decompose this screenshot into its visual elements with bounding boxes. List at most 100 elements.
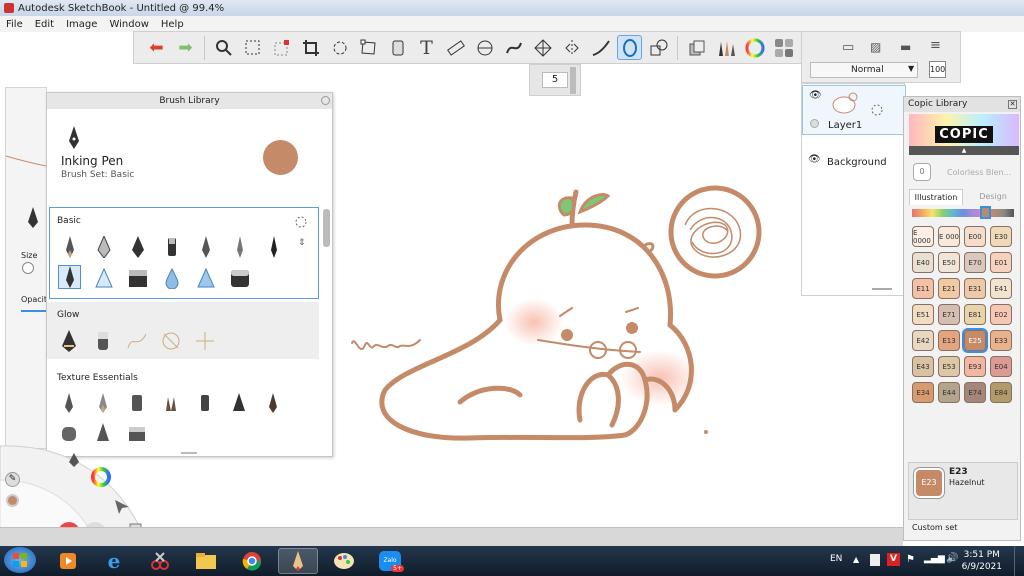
brush-icon[interactable] bbox=[66, 452, 82, 468]
menu-image[interactable]: Image bbox=[66, 19, 97, 30]
brush-glow-sparkle-icon[interactable] bbox=[193, 328, 216, 352]
distort-icon[interactable] bbox=[356, 35, 381, 60]
copic-swatch[interactable]: E74 bbox=[964, 382, 986, 403]
brush-glow-spray-icon[interactable] bbox=[125, 328, 148, 352]
copic-swatch[interactable]: E00 bbox=[964, 226, 986, 247]
copic-library-icon[interactable] bbox=[771, 35, 796, 60]
show-hidden-icons-icon[interactable]: ▲ bbox=[853, 555, 859, 564]
symmetry-icon[interactable] bbox=[559, 35, 584, 60]
brush-marker-icon[interactable] bbox=[160, 234, 183, 258]
copic-swatch[interactable]: E43 bbox=[912, 356, 934, 377]
french-curve-icon[interactable] bbox=[501, 35, 526, 60]
brush-pencil-icon[interactable] bbox=[58, 234, 81, 258]
brush-triangle-icon[interactable] bbox=[92, 265, 115, 289]
paint-icon[interactable] bbox=[324, 548, 364, 574]
copic-swatch[interactable]: E 0000 bbox=[912, 226, 934, 247]
copic-swatch[interactable]: E81 bbox=[964, 304, 986, 325]
copic-swatch[interactable]: E34 bbox=[912, 382, 934, 403]
tray-app-icon[interactable] bbox=[870, 554, 880, 566]
brush-technical-pen-icon[interactable] bbox=[126, 234, 149, 258]
resize-grip[interactable] bbox=[181, 452, 197, 454]
ruler-icon[interactable] bbox=[443, 35, 468, 60]
copic-swatch[interactable]: E04 bbox=[990, 356, 1012, 377]
opacity-field[interactable]: 100 bbox=[929, 61, 946, 78]
copic-swatch[interactable]: E02 bbox=[990, 304, 1012, 325]
stroke-icon[interactable] bbox=[588, 35, 613, 60]
transform-icon[interactable] bbox=[327, 35, 352, 60]
snipping-tool-icon[interactable] bbox=[140, 548, 180, 574]
selected-swatch[interactable]: E23 bbox=[914, 468, 944, 498]
language-indicator[interactable]: EN bbox=[830, 554, 842, 564]
zalo-icon[interactable]: Zalo 5+ bbox=[370, 548, 410, 574]
brush-texture-3-icon[interactable] bbox=[125, 389, 148, 413]
sort-icon[interactable]: ⇕ bbox=[298, 238, 306, 248]
brush-texture-2-icon[interactable] bbox=[91, 389, 114, 413]
image-layer-icon[interactable]: ▨ bbox=[870, 40, 881, 54]
brush-texture-7-icon[interactable] bbox=[261, 389, 284, 413]
copic-swatch[interactable]: E25 bbox=[962, 328, 988, 353]
copic-swatch[interactable]: E93 bbox=[964, 356, 986, 377]
menu-icon[interactable]: ≡ bbox=[930, 38, 941, 53]
tab-design[interactable]: Design bbox=[966, 189, 1020, 205]
internet-explorer-icon[interactable]: e bbox=[94, 548, 134, 574]
file-explorer-icon[interactable] bbox=[186, 548, 226, 574]
color-puck-icon[interactable] bbox=[6, 494, 19, 507]
settings-icon[interactable] bbox=[295, 216, 307, 228]
copic-swatch[interactable]: E 000 bbox=[938, 226, 960, 247]
copic-swatch[interactable]: E42 bbox=[912, 330, 934, 351]
brush-paint-icon[interactable] bbox=[194, 234, 217, 258]
pointer-icon[interactable] bbox=[113, 498, 131, 516]
menu-edit[interactable]: Edit bbox=[35, 19, 54, 30]
layer-radio[interactable] bbox=[810, 119, 819, 128]
collapse-bar[interactable]: ▲ bbox=[909, 146, 1019, 155]
antivirus-icon[interactable]: V bbox=[887, 553, 900, 566]
eye-icon[interactable]: 👁 bbox=[809, 90, 822, 101]
brush-library-scrollbar[interactable] bbox=[323, 209, 330, 247]
trash-icon[interactable]: ▬ bbox=[900, 40, 911, 54]
lock-icon[interactable] bbox=[871, 104, 883, 116]
brush-texture-1-icon[interactable] bbox=[57, 389, 80, 413]
perspective-icon[interactable] bbox=[530, 35, 555, 60]
copic-swatch[interactable]: E50 bbox=[938, 252, 960, 273]
redo-icon[interactable]: ➡ bbox=[173, 35, 198, 60]
brush-glow-marker-icon[interactable] bbox=[91, 328, 114, 352]
pen-icon[interactable]: ✎ bbox=[5, 472, 20, 487]
copic-swatch[interactable]: E40 bbox=[912, 252, 934, 273]
media-player-icon[interactable] bbox=[48, 548, 88, 574]
folder-icon[interactable]: ▭ bbox=[842, 40, 854, 55]
flag-icon[interactable]: ⚑ bbox=[906, 554, 915, 565]
custom-set-label[interactable]: Custom set bbox=[912, 523, 957, 532]
color-wheel-icon[interactable] bbox=[90, 466, 112, 488]
copic-swatch[interactable]: E71 bbox=[938, 304, 960, 325]
transform-select-icon[interactable] bbox=[269, 35, 294, 60]
brush-inking-pen-icon[interactable] bbox=[58, 265, 81, 289]
current-color-swatch[interactable] bbox=[263, 140, 298, 175]
brush-glow-scatter-icon[interactable] bbox=[159, 328, 182, 352]
show-desktop-button[interactable] bbox=[1014, 546, 1024, 576]
brush-size-value[interactable]: 5 bbox=[542, 72, 568, 88]
brush-texture-5-icon[interactable] bbox=[193, 389, 216, 413]
ellipse-guide-icon[interactable] bbox=[472, 35, 497, 60]
copic-swatch[interactable]: E44 bbox=[938, 382, 960, 403]
brush-texture-4-icon[interactable] bbox=[159, 389, 182, 413]
layer-item-1[interactable]: 👁 Layer1 bbox=[802, 85, 906, 135]
brush-ink-icon[interactable] bbox=[262, 234, 285, 258]
menu-window[interactable]: Window bbox=[109, 19, 148, 30]
eye-icon[interactable]: 👁 bbox=[808, 154, 821, 165]
tab-illustration[interactable]: Illustration bbox=[909, 189, 963, 205]
copic-swatch[interactable]: E84 bbox=[990, 382, 1012, 403]
resize-grip[interactable] bbox=[872, 288, 892, 290]
copic-swatch[interactable]: E41 bbox=[990, 278, 1012, 299]
text-icon[interactable]: T bbox=[414, 35, 439, 60]
close-icon[interactable] bbox=[321, 96, 330, 105]
predictive-stroke-icon[interactable] bbox=[617, 35, 642, 60]
network-icon[interactable]: ▂▄▆ bbox=[924, 554, 945, 564]
clock[interactable]: 3:51 PM 6/9/2021 bbox=[962, 549, 1002, 573]
brush-ballpen-icon[interactable] bbox=[92, 234, 115, 258]
zoom-icon[interactable] bbox=[211, 35, 236, 60]
close-icon[interactable]: ✕ bbox=[1008, 100, 1017, 109]
color-family-selector[interactable] bbox=[980, 206, 991, 219]
copic-swatch[interactable]: E30 bbox=[990, 226, 1012, 247]
select-icon[interactable] bbox=[240, 35, 265, 60]
copic-swatch[interactable]: E70 bbox=[964, 252, 986, 273]
